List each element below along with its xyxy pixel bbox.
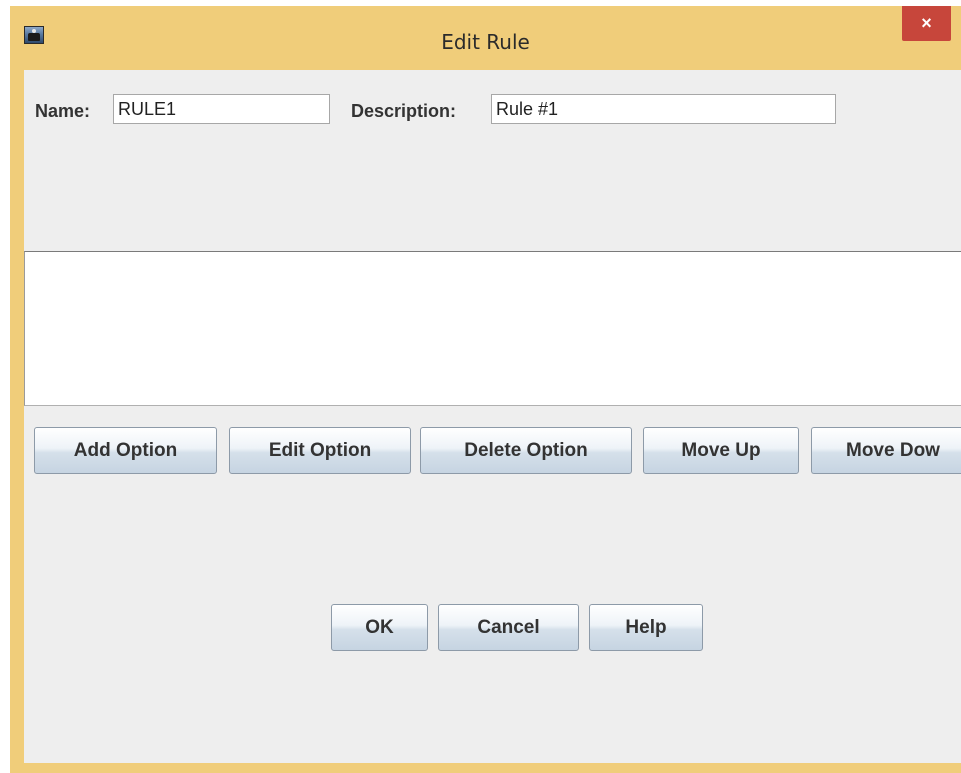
move-down-label: Move Dow xyxy=(846,439,940,461)
move-up-label: Move Up xyxy=(681,439,761,461)
add-option-label: Add Option xyxy=(73,439,178,461)
name-label: Name: xyxy=(35,101,91,121)
delete-option-button[interactable]: Delete Option xyxy=(420,427,632,474)
help-label: Help xyxy=(625,616,667,638)
edit-option-label: Edit Option xyxy=(268,439,372,461)
ok-label: OK xyxy=(365,616,394,638)
cancel-button[interactable]: Cancel xyxy=(438,604,579,651)
title-bar[interactable]: Edit Rule × xyxy=(10,6,961,70)
dialog-content: Name: Description: Add Option Edit Optio… xyxy=(24,70,961,763)
description-input[interactable] xyxy=(491,94,836,124)
add-option-button[interactable]: Add Option xyxy=(34,427,217,474)
window-title: Edit Rule xyxy=(441,30,530,54)
close-button[interactable]: × xyxy=(902,6,951,41)
delete-option-label: Delete Option xyxy=(464,439,588,461)
edit-option-button[interactable]: Edit Option xyxy=(229,427,411,474)
close-icon: × xyxy=(921,13,932,33)
move-down-button[interactable]: Move Dow xyxy=(811,427,961,474)
edit-rule-window: Edit Rule × Name: Description: Add Optio… xyxy=(10,6,961,773)
name-input[interactable] xyxy=(113,94,330,124)
description-label: Description: xyxy=(351,101,457,121)
cancel-label: Cancel xyxy=(477,616,540,638)
options-list[interactable] xyxy=(24,251,961,406)
help-button[interactable]: Help xyxy=(589,604,703,651)
ok-button[interactable]: OK xyxy=(331,604,428,651)
move-up-button[interactable]: Move Up xyxy=(643,427,799,474)
